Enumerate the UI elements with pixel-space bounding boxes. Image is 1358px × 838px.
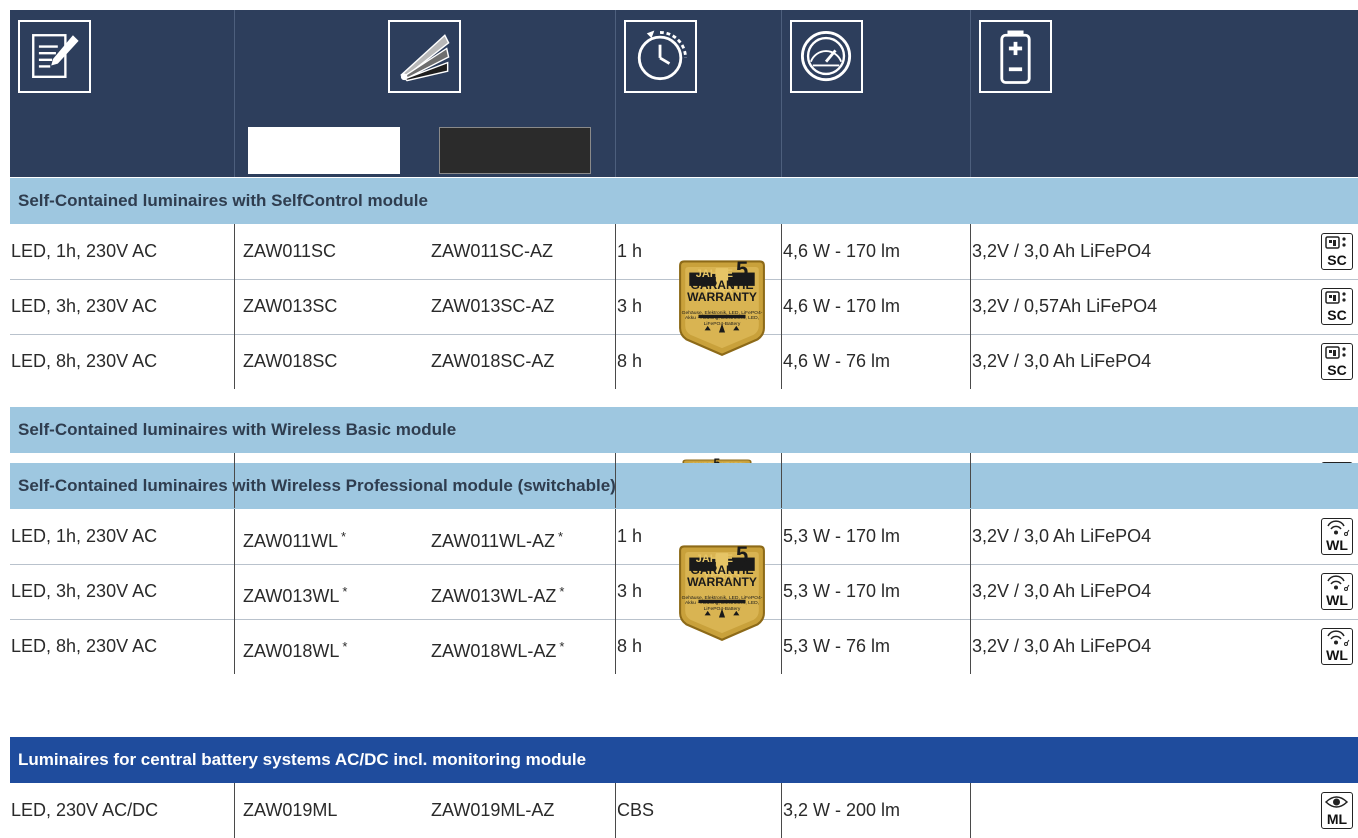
- warranty-line-en: WARRANTY: [687, 575, 757, 590]
- header-divider: [781, 10, 782, 177]
- duration-cell: 8 h: [617, 351, 643, 371]
- power-cell: 5,3 W - 170 lm: [783, 581, 901, 601]
- column-divider: [781, 509, 782, 674]
- warranty-seal: JAHRE 5 YEARSGARANTIEWARRANTYGehäuse, El…: [676, 542, 768, 642]
- footnote-marker: *: [559, 584, 565, 599]
- section-header: Luminaires for central battery systems A…: [10, 737, 1358, 783]
- column-divider: [615, 224, 616, 389]
- header-divider: [615, 10, 616, 177]
- description-cell: LED, 3h, 230V AC: [11, 296, 158, 316]
- section-header: Self-Contained luminaires with Wireless …: [10, 407, 1358, 453]
- warranty-line-en: WARRANTY: [687, 290, 757, 305]
- footnote-marker: *: [342, 639, 348, 654]
- module-ml-badge-icon: ML: [1321, 792, 1353, 829]
- module-code: WL: [1326, 537, 1348, 553]
- module-wl-badge-icon: WL: [1321, 518, 1353, 555]
- duration-cell: 8 h: [617, 636, 643, 656]
- power-cell: 4,6 W - 170 lm: [783, 241, 901, 261]
- section-header: Self-Contained luminaires with SelfContr…: [10, 178, 1358, 224]
- power-cell: 4,6 W - 170 lm: [783, 296, 901, 316]
- warranty-seal: JAHRE 5 YEARSGARANTIEWARRANTYGehäuse, El…: [676, 257, 768, 357]
- footnote-marker: *: [341, 529, 347, 544]
- header-divider: [234, 10, 235, 177]
- article-number-white: ZAW013SC: [243, 296, 338, 316]
- column-divider: [234, 453, 235, 508]
- warranty-fine-print: Gehäuse, Elektronik, LED, LiFePO4-Akku ·…: [681, 595, 763, 612]
- column-divider: [781, 453, 782, 508]
- description-cell: LED, 1h, 230V AC: [11, 526, 158, 546]
- article-number-anthracite: ZAW011WL-AZ *: [431, 529, 564, 551]
- column-divider: [970, 453, 971, 508]
- module-code: ML: [1326, 811, 1348, 827]
- battery-cell: 3,2V / 0,57Ah LiFePO4: [972, 296, 1158, 316]
- article-number-anthracite: ZAW011SC-AZ: [431, 241, 554, 261]
- description-cell: LED, 3h, 230V AC: [11, 581, 158, 601]
- module-sc-badge-icon: SC: [1321, 343, 1353, 380]
- footnote-marker: *: [559, 639, 565, 654]
- document-edit-icon: [18, 20, 91, 93]
- module-code: WL: [1326, 592, 1348, 608]
- article-number-anthracite: ZAW018WL-AZ *: [431, 639, 565, 661]
- module-sc-badge-icon: SC: [1321, 233, 1353, 270]
- module-code: SC: [1327, 362, 1347, 378]
- footnote-marker: *: [342, 584, 348, 599]
- module-code: SC: [1327, 307, 1347, 323]
- warranty-years: JAHRE 5 YEARS: [695, 541, 749, 583]
- table-header: [10, 10, 1358, 177]
- header-divider: [970, 10, 971, 177]
- section-header: Self-Contained luminaires with Wireless …: [10, 463, 1358, 509]
- duration-cell: 1 h: [617, 241, 643, 261]
- description-cell: LED, 8h, 230V AC: [11, 636, 158, 656]
- battery-cell: 3,2V / 3,0 Ah LiFePO4: [972, 526, 1152, 546]
- description-cell: LED, 8h, 230V AC: [11, 351, 158, 371]
- module-code: WL: [1326, 647, 1348, 663]
- column-divider: [970, 509, 971, 674]
- warranty-fine-print: Gehäuse, Elektronik, LED, LiFePO4-Akku ·…: [681, 310, 763, 327]
- article-number-white: ZAW011SC: [243, 241, 337, 261]
- battery-cell: 3,2V / 3,0 Ah LiFePO4: [972, 581, 1152, 601]
- power-cell: 5,3 W - 170 lm: [783, 526, 901, 546]
- white-color-swatch: [248, 127, 400, 174]
- section-title: Self-Contained luminaires with Wireless …: [18, 476, 616, 495]
- column-divider: [234, 224, 235, 389]
- module-wl-badge-icon: WL: [1321, 628, 1353, 665]
- gauge-icon: [790, 20, 863, 93]
- article-number-white: ZAW011WL *: [243, 529, 347, 551]
- battery-cell: 3,2V / 3,0 Ah LiFePO4: [972, 351, 1152, 371]
- battery-cell: 3,2V / 3,0 Ah LiFePO4: [972, 636, 1152, 656]
- section-title: Luminaires for central battery systems A…: [18, 750, 587, 769]
- module-code: SC: [1327, 252, 1347, 268]
- article-number-anthracite: ZAW013WL-AZ *: [431, 584, 565, 606]
- section-title: Self-Contained luminaires with SelfContr…: [18, 191, 428, 210]
- module-wl-badge-icon: WL: [1321, 573, 1353, 610]
- description-cell: LED, 1h, 230V AC: [11, 241, 158, 261]
- column-divider: [234, 509, 235, 674]
- duration-cell: 3 h: [617, 296, 643, 316]
- clock-duration-icon: [624, 20, 697, 93]
- duration-cell: 3 h: [617, 581, 643, 601]
- column-divider: [615, 453, 616, 508]
- module-sc-badge-icon: SC: [1321, 288, 1353, 325]
- color-fan-icon: [388, 20, 461, 93]
- battery-icon: [979, 20, 1052, 93]
- duration-cell: 1 h: [617, 526, 643, 546]
- article-number-white: ZAW013WL *: [243, 584, 348, 606]
- column-divider: [781, 224, 782, 389]
- article-number-white: ZAW018WL *: [243, 639, 348, 661]
- power-cell: 5,3 W - 76 lm: [783, 636, 891, 656]
- article-number-anthracite: ZAW018SC-AZ: [431, 351, 555, 371]
- power-cell: 4,6 W - 76 lm: [783, 351, 891, 371]
- article-number-anthracite: ZAW013SC-AZ: [431, 296, 555, 316]
- article-number-white: ZAW018SC: [243, 351, 338, 371]
- warranty-text: JAHRE 5 YEARSGARANTIEWARRANTYGehäuse, El…: [676, 541, 768, 613]
- footnote-marker: *: [558, 529, 564, 544]
- warranty-text: JAHRE 5 YEARSGARANTIEWARRANTYGehäuse, El…: [676, 256, 768, 328]
- battery-cell: 3,2V / 3,0 Ah LiFePO4: [972, 241, 1152, 261]
- column-divider: [615, 509, 616, 674]
- anthracite-color-swatch: [439, 127, 591, 174]
- section-title: Self-Contained luminaires with Wireless …: [18, 420, 457, 439]
- warranty-years: JAHRE 5 YEARS: [695, 256, 749, 298]
- column-divider: [970, 224, 971, 389]
